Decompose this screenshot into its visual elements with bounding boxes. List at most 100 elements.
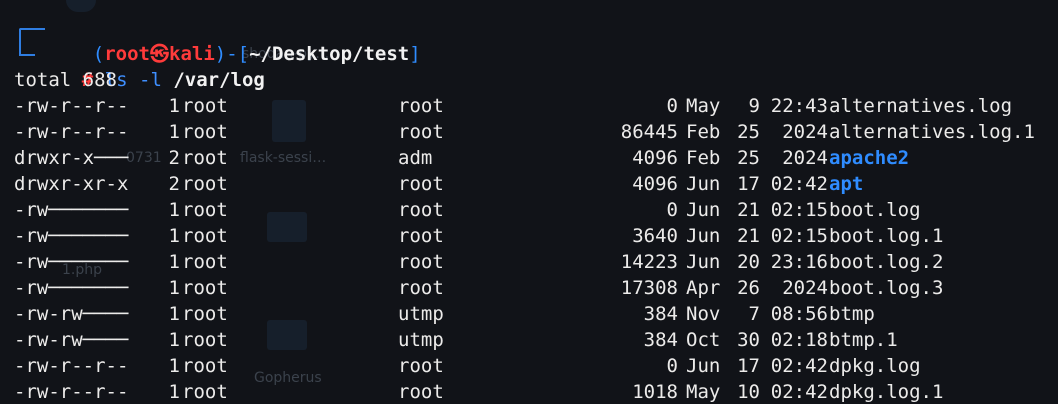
prompt-line: (root㉿kali)-[~/Desktop/test]: [47, 15, 421, 65]
file-size: 17308: [620, 277, 678, 299]
owner: root: [182, 199, 228, 221]
listing-row: -rw─────── 1 root root 3640 Jun 21 02:15 boot.lo…: [14, 223, 1054, 249]
group: root: [398, 121, 444, 143]
file-size: 4096: [632, 173, 678, 195]
file-name: dpkg.log.1: [829, 381, 944, 403]
day: 7: [748, 303, 760, 325]
time: 02:15: [770, 225, 828, 247]
command-flag: -l: [139, 69, 162, 91]
link-count: 1: [168, 95, 180, 117]
link-count: 1: [168, 225, 180, 247]
owner: root: [182, 225, 228, 247]
owner: root: [182, 121, 228, 143]
file-name: btmp: [829, 303, 875, 325]
link-count: 1: [168, 121, 180, 143]
time: 02:15: [770, 199, 828, 221]
month: Jun: [686, 225, 721, 247]
file-size: 1018: [632, 381, 678, 403]
time: 2024: [782, 277, 828, 299]
month: May: [686, 381, 721, 403]
month: Apr: [686, 277, 721, 299]
time: 02:42: [770, 381, 828, 403]
group: root: [398, 277, 444, 299]
file-name: alternatives.log.1: [829, 121, 1035, 143]
group: utmp: [398, 329, 444, 351]
file-size: 384: [643, 303, 678, 325]
group: root: [398, 95, 444, 117]
prompt-frame-bottom: [19, 54, 35, 56]
group: root: [398, 199, 444, 221]
permissions: drwxr-xr-x: [14, 173, 129, 195]
link-count: 1: [168, 329, 180, 351]
listing-row: -rw-rw──── 1 root utmp 384 Oct 30 02:18 btmp.1: [14, 327, 1054, 353]
listing-row: -rw─────── 1 root root 0 Jun 21 02:15 boot.log: [14, 197, 1054, 223]
time: 02:42: [770, 173, 828, 195]
permissions: drwxr-x───: [14, 147, 129, 169]
owner: root: [182, 277, 228, 299]
time: 22:43: [770, 95, 828, 117]
permissions: -rw───────: [14, 199, 129, 221]
day: 21: [737, 225, 760, 247]
file-size: 0: [666, 355, 678, 377]
month: Feb: [686, 147, 721, 169]
command-argument: /var/log: [173, 69, 265, 91]
group: adm: [398, 147, 433, 169]
month: Jun: [686, 251, 721, 273]
group: root: [398, 251, 444, 273]
permissions: -rw───────: [14, 251, 129, 273]
file-size: 0: [666, 199, 678, 221]
total-line: total 688: [14, 69, 117, 91]
owner: root: [182, 355, 228, 377]
time: 02:42: [770, 355, 828, 377]
day: 26: [737, 277, 760, 299]
link-count: 1: [168, 251, 180, 273]
prompt-path: ~/Desktop/test: [249, 43, 410, 65]
permissions: -rw-rw────: [14, 329, 129, 351]
permissions: -rw-r--r--: [14, 381, 129, 403]
owner: root: [182, 95, 228, 117]
permissions: -rw-r--r--: [14, 121, 129, 143]
month: May: [686, 95, 721, 117]
link-count: 2: [168, 147, 180, 169]
link-count: 1: [168, 199, 180, 221]
command-line[interactable]: # ls -l /var/log: [36, 41, 265, 91]
month: Jun: [686, 199, 721, 221]
time: 08:56: [770, 303, 828, 325]
group: root: [398, 225, 444, 247]
group: root: [398, 173, 444, 195]
group: root: [398, 381, 444, 403]
listing-row: drwxr-xr-x 2 root root 4096 Jun 17 02:42 apt: [14, 171, 1054, 197]
file-name: dpkg.log: [829, 355, 921, 377]
time: 2024: [782, 147, 828, 169]
month: Oct: [686, 329, 721, 351]
owner: root: [182, 303, 228, 325]
file-name: boot.log.3: [829, 277, 944, 299]
day: 10: [737, 381, 760, 403]
link-count: 1: [168, 355, 180, 377]
file-name: boot.log.2: [829, 251, 944, 273]
day: 25: [737, 121, 760, 143]
day: 21: [737, 199, 760, 221]
prompt-path-close: ]: [409, 43, 421, 65]
day: 25: [737, 147, 760, 169]
file-size: 384: [643, 329, 678, 351]
file-size: 14223: [620, 251, 678, 273]
day: 17: [737, 173, 760, 195]
permissions: -rw───────: [14, 277, 129, 299]
file-name: boot.log.1: [829, 225, 944, 247]
file-size: 4096: [632, 147, 678, 169]
file-size: 86445: [620, 121, 678, 143]
link-count: 1: [168, 277, 180, 299]
file-name: alternatives.log: [829, 95, 1013, 117]
owner: root: [182, 173, 228, 195]
listing-row: -rw-r--r-- 1 root root 0 May 9 22:43 alternative…: [14, 93, 1054, 119]
day: 20: [737, 251, 760, 273]
file-name: btmp.1: [829, 329, 898, 351]
day: 17: [737, 355, 760, 377]
link-count: 1: [168, 303, 180, 325]
owner: root: [182, 251, 228, 273]
day: 30: [737, 329, 760, 351]
link-count: 2: [168, 173, 180, 195]
terminal-window[interactable]: (root㉿kali)-[~/Desktop/test] # ls -l /va…: [0, 0, 1058, 404]
time: 2024: [782, 121, 828, 143]
